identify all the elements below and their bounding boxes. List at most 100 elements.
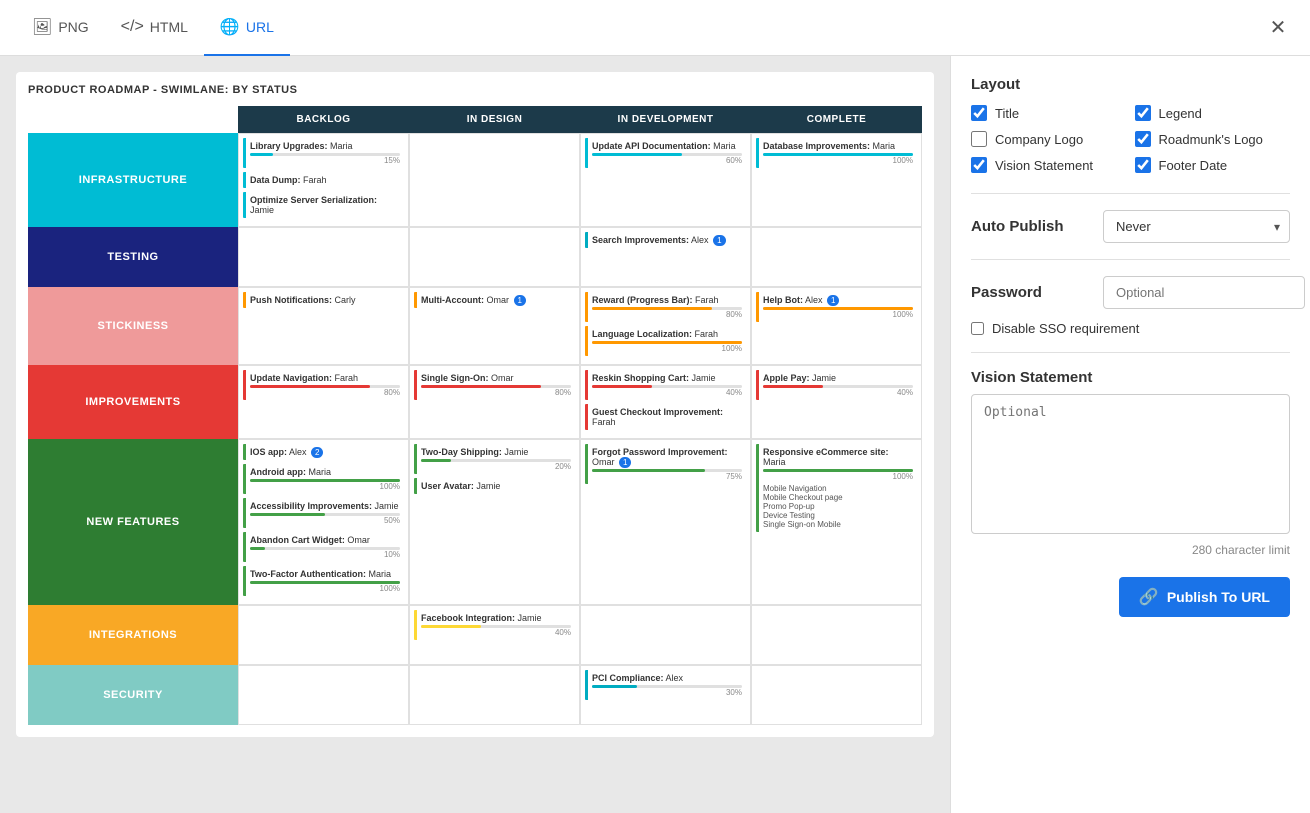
tab-html[interactable]: </> HTML <box>105 0 204 56</box>
checkbox-footer-date-input[interactable] <box>1135 157 1151 173</box>
close-button[interactable]: ✕ <box>1262 12 1294 44</box>
tab-html-label: HTML <box>150 19 188 35</box>
card: Push Notifications: Carly <box>243 292 404 308</box>
image-icon: 🖼 <box>32 17 52 37</box>
swim-new-features: NEW FEATURES <box>28 439 238 605</box>
divider-2 <box>971 259 1290 260</box>
cell-int-design: Facebook Integration: Jamie40% <box>409 605 580 665</box>
vision-textarea[interactable] <box>971 394 1290 534</box>
disable-sso-label: Disable SSO requirement <box>992 321 1139 336</box>
cell-sec-complete <box>751 665 922 725</box>
cell-test-design <box>409 227 580 287</box>
password-label: Password <box>971 284 1091 301</box>
checkbox-legend-input[interactable] <box>1135 105 1151 121</box>
col-in-dev: IN DEVELOPMENT <box>580 106 751 133</box>
card: Search Improvements: Alex 1 <box>585 232 746 248</box>
checkbox-footer-date[interactable]: Footer Date <box>1135 157 1291 173</box>
cell-nf-complete: Responsive eCommerce site: Maria100% Mob… <box>751 439 922 605</box>
roadmap-container: PRODUCT ROADMAP - SWIMLANE: BY STATUS BA… <box>16 72 934 737</box>
auto-publish-row: Auto Publish Never Daily Weekly Monthly … <box>971 210 1290 243</box>
card: Data Dump: Farah <box>243 172 404 188</box>
auto-publish-label: Auto Publish <box>971 218 1091 235</box>
checkbox-company-logo[interactable]: Company Logo <box>971 131 1127 147</box>
publish-button[interactable]: 🔗 Publish To URL <box>1119 577 1290 617</box>
checkbox-vision-statement-input[interactable] <box>971 157 987 173</box>
checkbox-legend-label: Legend <box>1159 106 1202 121</box>
cell-stick-complete: Help Bot: Alex 1100% <box>751 287 922 365</box>
card: Apple Pay: Jamie40% <box>756 370 917 400</box>
layout-grid: Title Legend Company Logo Roadmunk's Log… <box>971 105 1290 173</box>
tab-url-label: URL <box>246 19 274 35</box>
divider-3 <box>971 352 1290 353</box>
auto-publish-select[interactable]: Never Daily Weekly Monthly <box>1103 210 1290 243</box>
swim-integrations: INTEGRATIONS <box>28 605 238 665</box>
col-in-design: IN DESIGN <box>409 106 580 133</box>
cell-infra-design <box>409 133 580 227</box>
card: User Avatar: Jamie <box>414 478 575 494</box>
card: Help Bot: Alex 1100% <box>756 292 917 322</box>
disable-sso-checkbox[interactable] <box>971 322 984 335</box>
cell-impr-design: Single Sign-On: Omar80% <box>409 365 580 439</box>
header-spacer <box>28 106 238 133</box>
checkbox-legend[interactable]: Legend <box>1135 105 1291 121</box>
divider-1 <box>971 193 1290 194</box>
card: Update API Documentation: Maria60% <box>585 138 746 168</box>
checkbox-roadmunk-logo[interactable]: Roadmunk's Logo <box>1135 131 1291 147</box>
card: Guest Checkout Improvement: Farah <box>585 404 746 430</box>
card: Library Upgrades: Maria15% <box>243 138 404 168</box>
card: Single Sign-On: Omar80% <box>414 370 575 400</box>
roadmap-area: PRODUCT ROADMAP - SWIMLANE: BY STATUS BA… <box>0 56 950 813</box>
layout-label: Layout <box>971 76 1290 93</box>
swim-improvements: IMPROVEMENTS <box>28 365 238 439</box>
checkbox-vision-statement[interactable]: Vision Statement <box>971 157 1127 173</box>
card: Abandon Cart Widget: Omar10% <box>243 532 404 562</box>
card: Optimize Server Serialization: Jamie <box>243 192 404 218</box>
cell-stick-design: Multi-Account: Omar 1 <box>409 287 580 365</box>
disable-sso-row[interactable]: Disable SSO requirement <box>971 321 1290 336</box>
cell-nf-design: Two-Day Shipping: Jamie20% User Avatar: … <box>409 439 580 605</box>
cell-test-complete <box>751 227 922 287</box>
main-content: PRODUCT ROADMAP - SWIMLANE: BY STATUS BA… <box>0 56 1310 813</box>
tab-png-label: PNG <box>58 19 88 35</box>
cell-nf-dev: Forgot Password Improvement: Omar 175% <box>580 439 751 605</box>
cell-impr-backlog: Update Navigation: Farah80% <box>238 365 409 439</box>
roadmap-title: PRODUCT ROADMAP - SWIMLANE: BY STATUS <box>28 84 922 96</box>
col-complete: COMPLETE <box>751 106 922 133</box>
swim-security: SECURITY <box>28 665 238 725</box>
checkbox-title-input[interactable] <box>971 105 987 121</box>
card: Android app: Maria100% <box>243 464 404 494</box>
checkbox-vision-statement-label: Vision Statement <box>995 158 1093 173</box>
tab-url[interactable]: 🌐 URL <box>204 0 290 56</box>
cell-sec-dev: PCI Compliance: Alex30% <box>580 665 751 725</box>
cell-int-dev <box>580 605 751 665</box>
card: Reward (Progress Bar): Farah80% <box>585 292 746 322</box>
password-input[interactable] <box>1103 276 1305 309</box>
swim-stickiness: STICKINESS <box>28 287 238 365</box>
publish-btn-label: Publish To URL <box>1167 589 1270 605</box>
swim-testing: TESTING <box>28 227 238 287</box>
link-icon: 🔗 <box>1139 587 1159 607</box>
code-icon: </> <box>121 18 144 36</box>
card: Responsive eCommerce site: Maria100% Mob… <box>756 444 917 532</box>
cell-stick-dev: Reward (Progress Bar): Farah80% Language… <box>580 287 751 365</box>
card: IOS app: Alex 2 <box>243 444 404 460</box>
checkbox-title[interactable]: Title <box>971 105 1127 121</box>
cell-sec-design <box>409 665 580 725</box>
card: Facebook Integration: Jamie40% <box>414 610 575 640</box>
tab-png[interactable]: 🖼 PNG <box>16 0 105 56</box>
card: Multi-Account: Omar 1 <box>414 292 575 308</box>
card: PCI Compliance: Alex30% <box>585 670 746 700</box>
cell-infra-backlog: Library Upgrades: Maria15% Data Dump: Fa… <box>238 133 409 227</box>
vision-label: Vision Statement <box>971 369 1290 386</box>
card: Language Localization: Farah100% <box>585 326 746 356</box>
cell-test-dev: Search Improvements: Alex 1 <box>580 227 751 287</box>
cell-impr-dev: Reskin Shopping Cart: Jamie40% Guest Che… <box>580 365 751 439</box>
card: Two-Day Shipping: Jamie20% <box>414 444 575 474</box>
cell-int-backlog <box>238 605 409 665</box>
card: Two-Factor Authentication: Maria100% <box>243 566 404 596</box>
card: Database Improvements: Maria100% <box>756 138 917 168</box>
swim-infrastructure: INFRASTRUCTURE <box>28 133 238 227</box>
cell-test-backlog <box>238 227 409 287</box>
checkbox-company-logo-input[interactable] <box>971 131 987 147</box>
checkbox-roadmunk-logo-input[interactable] <box>1135 131 1151 147</box>
